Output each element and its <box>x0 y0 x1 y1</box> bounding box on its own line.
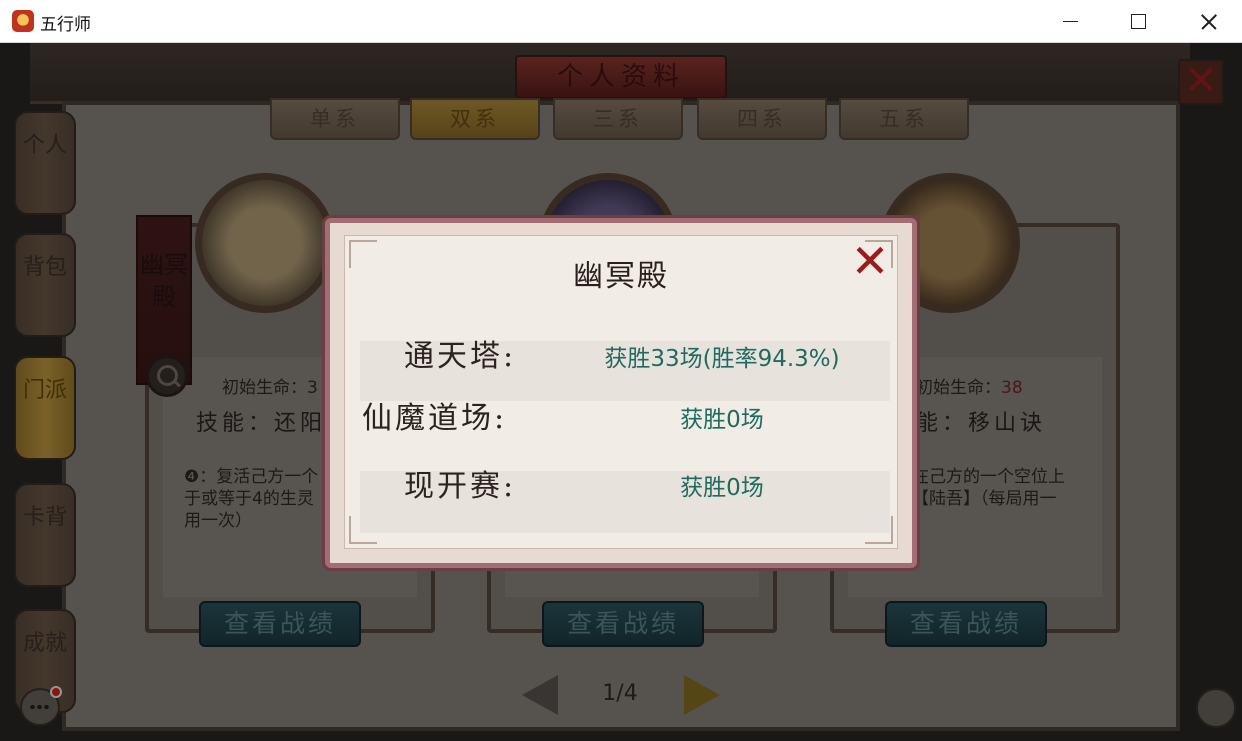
window-title: 五行师 <box>40 15 91 35</box>
window-titlebar: 五行师 <box>0 0 1242 43</box>
maximize-icon <box>1131 14 1146 29</box>
stat-label: 现开赛: <box>404 469 517 504</box>
sect-stats-dialog: 幽冥殿 ✕ 通天塔: 获胜33场(胜率94.3%) 仙魔道场: 获胜0场 现开赛… <box>325 218 917 568</box>
maximize-button[interactable] <box>1115 0 1161 43</box>
game-viewport: 个人资料 ✕ 单系 双系 三系 四系 五系 个人 背包 门派 卡背 成就 幽冥殿… <box>0 43 1242 741</box>
stat-label: 通天塔: <box>404 339 517 374</box>
app-icon <box>12 10 34 32</box>
stat-label: 仙魔道场: <box>362 401 508 436</box>
stat-value: 获胜33场(胜率94.3%) <box>604 346 840 372</box>
stat-value: 获胜0场 <box>680 407 764 433</box>
window-close-button[interactable] <box>1185 0 1231 43</box>
minimize-button[interactable] <box>1047 0 1093 43</box>
dialog-title: 幽冥殿 <box>573 259 669 294</box>
minimize-icon <box>1063 21 1078 22</box>
dialog-close-button[interactable]: ✕ <box>848 238 892 285</box>
stat-value: 获胜0场 <box>680 475 764 501</box>
